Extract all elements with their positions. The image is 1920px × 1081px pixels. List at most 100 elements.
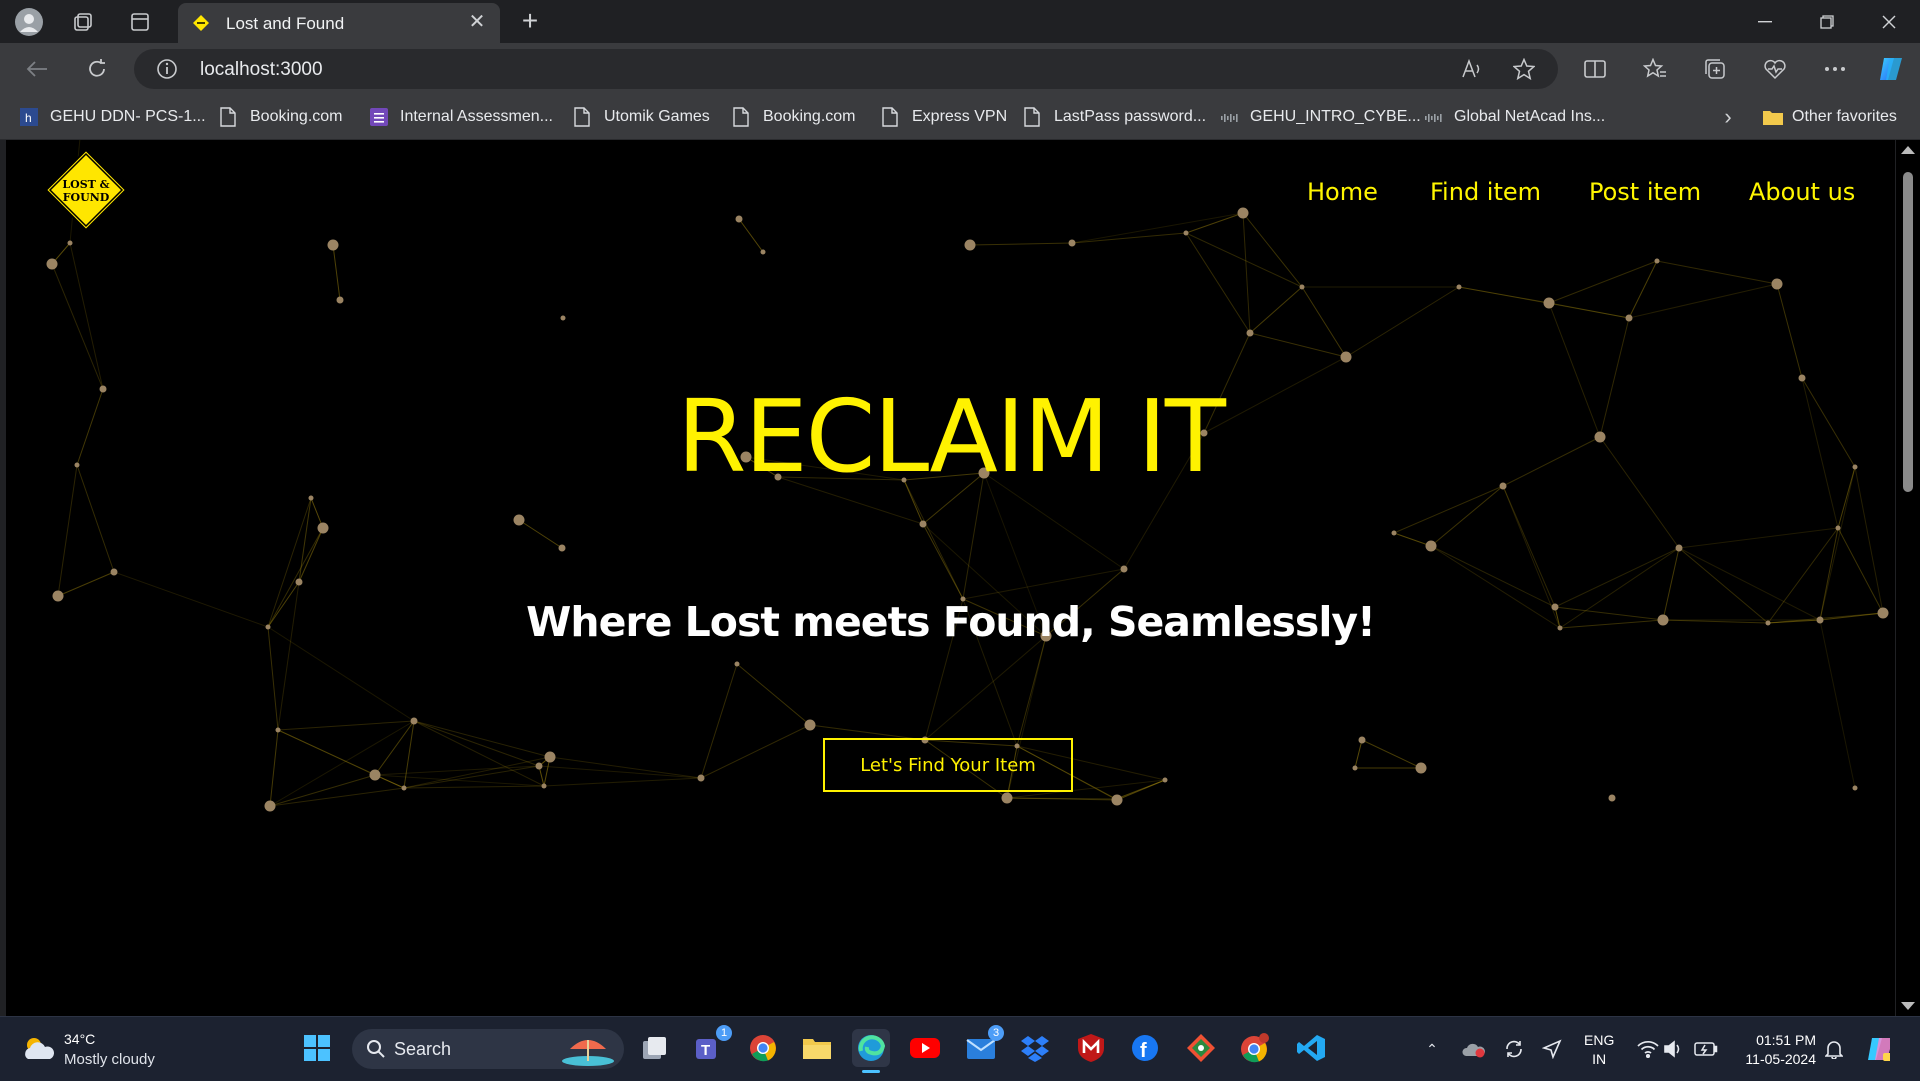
lost-found-logo[interactable]: LOST & FOUND (44, 148, 128, 232)
other-favorites-folder[interactable]: Other favorites (1762, 105, 1897, 129)
tab-lost-and-found[interactable]: Lost and Found ✕ (178, 3, 500, 43)
find-your-item-button[interactable]: Let's Find Your Item (823, 738, 1073, 792)
network-node (1415, 762, 1427, 774)
search-icon (367, 1040, 385, 1058)
location-icon[interactable] (1540, 1037, 1564, 1061)
network-link (1430, 485, 1504, 547)
favorite-item[interactable]: Utomik Games (574, 105, 710, 129)
network-node (1162, 777, 1168, 783)
network-node (544, 751, 556, 763)
scroll-up-arrow-icon[interactable] (1901, 146, 1915, 154)
workspaces-icon[interactable] (68, 7, 98, 37)
minimize-icon[interactable] (1750, 10, 1780, 34)
taskbar-search-box[interactable]: Search (352, 1029, 624, 1069)
windows-start-icon[interactable] (298, 1029, 336, 1067)
nav-find-item[interactable]: Find item (1430, 178, 1541, 206)
language-indicator[interactable]: ENG IN (1584, 1031, 1614, 1069)
clock-date: 11-05-2024 (1745, 1051, 1816, 1067)
page-scrollbar[interactable] (1896, 140, 1920, 1016)
mcafee-icon[interactable] (1072, 1029, 1110, 1067)
volume-icon[interactable] (1662, 1037, 1686, 1061)
network-link (374, 720, 415, 776)
nav-home[interactable]: Home (1307, 178, 1378, 206)
git-tool-icon[interactable] (1182, 1029, 1220, 1067)
favorites-bar: h GEHU DDN- PCS-1... Booking.com Interna… (0, 95, 1920, 140)
network-link (277, 720, 415, 731)
dropbox-icon[interactable] (1016, 1029, 1054, 1067)
network-link (69, 242, 104, 390)
copilot-icon[interactable] (1876, 54, 1906, 84)
scrollbar-thumb[interactable] (1903, 172, 1913, 492)
network-link (538, 765, 702, 779)
favorite-star-icon[interactable] (1512, 57, 1536, 81)
network-node (964, 239, 976, 251)
network-node (558, 544, 566, 552)
network-node (513, 514, 525, 526)
task-view-icon[interactable] (636, 1029, 674, 1067)
network-link (1242, 212, 1303, 288)
copilot-taskbar-icon[interactable] (1866, 1037, 1890, 1061)
network-link (1361, 739, 1422, 769)
chrome-icon[interactable] (744, 1029, 782, 1067)
favorite-item[interactable]: Booking.com (733, 105, 856, 129)
network-node (1625, 314, 1633, 322)
windows-taskbar: 34°C Mostly cloudy Search T 1 3 f ⌃ ENG … (0, 1016, 1920, 1081)
favorite-item[interactable]: Internal Assessmen... (370, 105, 553, 129)
network-node (264, 800, 276, 812)
network-link (269, 774, 376, 807)
favorite-item[interactable]: h GEHU DDN- PCS-1... (20, 105, 206, 129)
wifi-icon[interactable] (1636, 1037, 1660, 1061)
vscode-icon[interactable] (1292, 1029, 1330, 1067)
favorite-item[interactable]: Express VPN (882, 105, 1007, 129)
network-node (697, 774, 705, 782)
read-aloud-icon[interactable] (1460, 57, 1484, 81)
weather-cloudy-icon[interactable] (20, 1033, 56, 1063)
split-screen-icon[interactable] (1580, 54, 1610, 84)
youtube-icon[interactable] (906, 1029, 944, 1067)
facebook-icon[interactable]: f (1126, 1029, 1164, 1067)
weather-temperature[interactable]: 34°C (64, 1031, 95, 1047)
scroll-down-arrow-icon[interactable] (1901, 1002, 1915, 1010)
vertical-tabs-icon[interactable] (125, 7, 155, 37)
battery-charging-icon[interactable] (1694, 1037, 1718, 1061)
refresh-icon[interactable] (82, 54, 112, 84)
browser-essentials-icon[interactable] (1760, 54, 1790, 84)
favorite-item[interactable]: Booking.com (220, 105, 343, 129)
restore-icon[interactable] (1812, 10, 1842, 34)
logo-line1: LOST & (62, 178, 109, 191)
tab-close-icon[interactable]: ✕ (466, 11, 488, 33)
notification-bell-icon[interactable] (1822, 1037, 1846, 1061)
edge-icon[interactable] (852, 1029, 890, 1073)
nav-post-item[interactable]: Post item (1589, 178, 1701, 206)
address-bar[interactable]: localhost:3000 (134, 49, 1558, 89)
system-clock[interactable]: 01:51 PM 11-05-2024 (1736, 1031, 1816, 1069)
favorite-item[interactable]: GEHU_INTRO_CYBE... (1220, 105, 1421, 129)
network-link (1345, 286, 1460, 358)
new-tab-button[interactable]: + (516, 7, 544, 36)
onedrive-icon[interactable] (1462, 1037, 1486, 1061)
back-icon[interactable] (22, 54, 52, 84)
weather-description[interactable]: Mostly cloudy (64, 1051, 155, 1068)
favorite-item[interactable]: LastPass password... (1024, 105, 1206, 129)
network-link (1776, 283, 1803, 379)
settings-more-icon[interactable] (1820, 54, 1850, 84)
collections-icon[interactable] (1700, 54, 1730, 84)
nav-about-us[interactable]: About us (1749, 178, 1855, 206)
chevron-right-icon[interactable]: › (1716, 105, 1740, 129)
file-explorer-icon[interactable] (798, 1029, 836, 1067)
network-link (1548, 302, 1630, 319)
profile-avatar-icon[interactable] (14, 7, 44, 37)
close-window-icon[interactable] (1874, 10, 1904, 34)
favorite-item[interactable]: Global NetAcad Ins... (1424, 105, 1605, 129)
network-link (57, 571, 115, 597)
site-info-icon[interactable] (156, 58, 178, 80)
network-link (969, 242, 1073, 246)
chrome-profile-icon[interactable] (1236, 1029, 1274, 1067)
network-node (1352, 765, 1358, 771)
mail-icon[interactable]: 3 (962, 1025, 1004, 1067)
tab-strip: Lost and Found ✕ + (0, 0, 1920, 43)
sync-icon[interactable] (1502, 1037, 1526, 1061)
teams-icon[interactable]: T 1 (690, 1025, 732, 1067)
show-hidden-icons-chevron-icon[interactable]: ⌃ (1420, 1037, 1444, 1061)
favorites-icon[interactable] (1640, 54, 1670, 84)
